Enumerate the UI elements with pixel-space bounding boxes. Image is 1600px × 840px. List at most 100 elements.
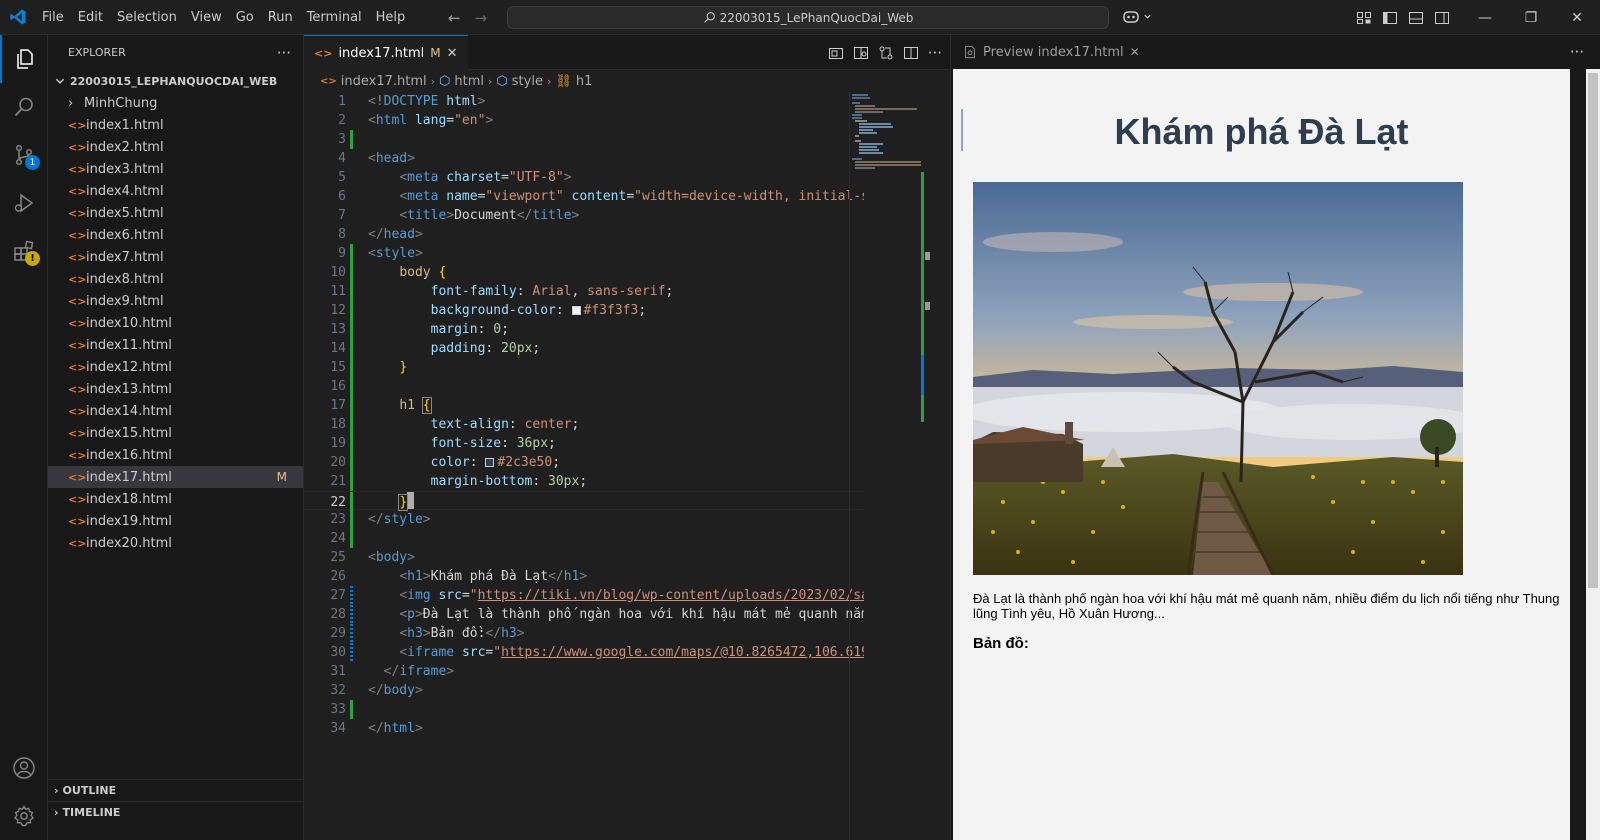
html-file-icon: <> — [68, 338, 87, 352]
folder-minhchung[interactable]: › MinhChung — [48, 92, 303, 114]
file-item[interactable]: <> index18.html — [48, 488, 303, 510]
file-label: index7.html — [86, 249, 164, 265]
file-item[interactable]: <> index7.html — [48, 246, 303, 268]
file-item[interactable]: <> index12.html — [48, 356, 303, 378]
extensions-activity[interactable]: ! — [0, 227, 48, 275]
tab-index17[interactable]: <> index17.html M ✕ — [304, 35, 468, 70]
breadcrumb-style[interactable]: style — [512, 74, 543, 89]
forward-arrow-icon[interactable]: → — [475, 9, 488, 27]
preview-paragraph: Đà Lạt là thành phố ngàn hoa với khí hậu… — [973, 591, 1560, 621]
explorer-activity[interactable] — [0, 35, 48, 83]
code-line: 9 <style> — [338, 244, 423, 263]
menu-terminal[interactable]: Terminal — [300, 0, 369, 35]
chevron-down-icon — [55, 78, 65, 84]
window-controls: — ❐ ✕ — [1462, 0, 1600, 35]
tab-preview[interactable]: Preview index17.html ✕ — [951, 35, 1152, 69]
close-icon[interactable]: ✕ — [1130, 45, 1140, 59]
scrollbar-thumb[interactable] — [1588, 73, 1598, 588]
source-control-activity[interactable]: 1 — [0, 131, 48, 179]
preview-side-icon[interactable] — [853, 45, 869, 61]
file-list: <> index1.html <> index2.html <> index3.html <… — [48, 114, 303, 554]
file-item[interactable]: <> index15.html — [48, 422, 303, 444]
explorer-more-button[interactable]: ··· — [277, 44, 291, 62]
file-item[interactable]: <> index2.html — [48, 136, 303, 158]
preview-file-icon — [965, 45, 975, 59]
menu-bar: File Edit Selection View Go Run Terminal… — [35, 0, 412, 35]
open-preview-icon[interactable] — [828, 45, 844, 61]
file-item[interactable]: <> index20.html — [48, 532, 303, 554]
toggle-primary-sidebar-icon[interactable] — [1382, 10, 1398, 26]
file-item[interactable]: <> index1.html — [48, 114, 303, 136]
file-item[interactable]: <> index6.html — [48, 224, 303, 246]
breadcrumb-file[interactable]: index17.html — [341, 74, 427, 89]
search-activity[interactable] — [0, 83, 48, 131]
layout-controls — [1356, 0, 1450, 35]
preview-tabs: Preview index17.html ✕ ··· — [951, 35, 1600, 69]
compare-changes-icon[interactable] — [878, 45, 894, 61]
file-item[interactable]: <> index16.html — [48, 444, 303, 466]
workspace-root[interactable]: 22003015_LEPHANQUOCDAI_WEB — [48, 70, 303, 92]
file-item[interactable]: <> index10.html — [48, 312, 303, 334]
menu-selection[interactable]: Selection — [110, 0, 184, 35]
menu-help[interactable]: Help — [369, 0, 413, 35]
more-actions-icon[interactable]: ··· — [1570, 35, 1584, 69]
timeline-section[interactable]: › TIMELINE — [48, 801, 304, 823]
run-debug-activity[interactable] — [0, 179, 48, 227]
file-item[interactable]: <> index17.html M — [48, 466, 303, 488]
file-item[interactable]: <> index13.html — [48, 378, 303, 400]
breadcrumb-html[interactable]: html — [454, 74, 484, 89]
html-file-icon: <> — [68, 250, 87, 264]
more-actions-icon[interactable]: ··· — [928, 44, 942, 62]
file-item[interactable]: <> index4.html — [48, 180, 303, 202]
file-item[interactable]: <> index14.html — [48, 400, 303, 422]
menu-go[interactable]: Go — [229, 0, 261, 35]
file-item[interactable]: <> index19.html — [48, 510, 303, 532]
split-editor-icon[interactable] — [903, 45, 919, 61]
toggle-panel-icon[interactable] — [1408, 10, 1424, 26]
file-item[interactable]: <> index5.html — [48, 202, 303, 224]
html-file-icon: <> — [68, 470, 87, 484]
file-label: index1.html — [86, 117, 164, 133]
file-item[interactable]: <> index11.html — [48, 334, 303, 356]
code-line: 3 — [304, 130, 864, 149]
code-line: 30 <iframe src="https://www.google.com/m… — [330, 643, 864, 662]
search-text: 22003015_LePhanQuocDai_Web — [719, 10, 914, 25]
code-line: 11 font-family: Arial, sans-serif; — [330, 282, 674, 301]
menu-edit[interactable]: Edit — [71, 0, 110, 35]
code-line: 2 <html lang="en"> — [338, 113, 494, 128]
menu-run[interactable]: Run — [261, 0, 300, 35]
menu-view[interactable]: View — [184, 0, 229, 35]
tab-modified-marker: M — [430, 46, 441, 60]
chevron-right-icon: › — [68, 95, 74, 111]
vscode-logo-icon[interactable] — [0, 0, 35, 35]
minimap[interactable] — [849, 92, 924, 840]
file-item[interactable]: <> index9.html — [48, 290, 303, 312]
menu-file[interactable]: File — [35, 0, 71, 35]
html-file-icon: <> — [68, 184, 87, 198]
html-file-icon: <> — [314, 46, 333, 60]
code-editor[interactable]: 1 <!DOCTYPE html> 2 <html lang="en"> 3 4 <h… — [304, 92, 864, 840]
back-arrow-icon[interactable]: ← — [448, 9, 461, 27]
outline-section[interactable]: › OUTLINE — [48, 779, 304, 801]
copilot-button[interactable] — [1122, 8, 1152, 24]
manage-activity[interactable] — [0, 792, 48, 840]
minimize-icon[interactable]: — — [1462, 0, 1508, 35]
close-window-icon[interactable]: ✕ — [1554, 0, 1600, 35]
editor-group: <> index17.html M ✕ ··· <> index17.html … — [304, 35, 950, 840]
breadcrumb-h1[interactable]: h1 — [576, 74, 593, 89]
file-item[interactable]: <> index8.html — [48, 268, 303, 290]
close-icon[interactable]: ✕ — [447, 46, 458, 61]
file-label: index17.html — [86, 469, 172, 485]
toggle-secondary-sidebar-icon[interactable] — [1434, 10, 1450, 26]
preview-scrollbar[interactable] — [1586, 69, 1600, 840]
search-icon — [14, 97, 33, 117]
explorer-header: EXPLORER ··· — [48, 35, 303, 70]
accounts-activity[interactable] — [0, 744, 48, 792]
customize-layout-icon[interactable] — [1356, 10, 1372, 26]
code-line: 32 </body> — [330, 683, 423, 698]
code-line: 6 <meta name="viewport" content="width=d… — [338, 189, 864, 204]
file-item[interactable]: <> index3.html — [48, 158, 303, 180]
restore-icon[interactable]: ❐ — [1508, 0, 1554, 35]
chevron-right-icon: › — [54, 784, 59, 797]
command-center-search[interactable]: 22003015_LePhanQuocDai_Web — [507, 6, 1109, 29]
